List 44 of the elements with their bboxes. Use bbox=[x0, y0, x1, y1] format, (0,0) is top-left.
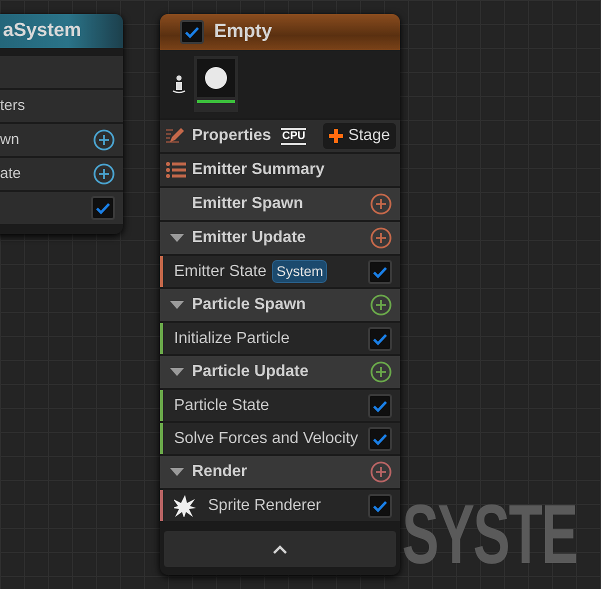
module-row[interactable]: Emitter State System bbox=[160, 256, 400, 287]
node-title: aSystem bbox=[3, 18, 82, 43]
module-label: Emitter State bbox=[174, 262, 266, 282]
node-title: Empty bbox=[214, 20, 272, 44]
checkbox[interactable] bbox=[368, 494, 392, 518]
module-label: Solve Forces and Velocity bbox=[174, 428, 358, 448]
checkbox[interactable] bbox=[368, 260, 392, 284]
sim-target-badge: CPU bbox=[281, 128, 306, 144]
usage-tag: System bbox=[272, 260, 328, 283]
add-icon[interactable] bbox=[370, 361, 392, 383]
add-icon[interactable] bbox=[93, 129, 115, 151]
add-icon[interactable] bbox=[370, 193, 392, 215]
module-label: Particle State bbox=[174, 396, 270, 416]
collapse-arrow-icon[interactable] bbox=[170, 368, 184, 376]
checkbox[interactable] bbox=[368, 326, 392, 350]
list-icon bbox=[166, 162, 186, 178]
module-label: Initialize Particle bbox=[174, 328, 290, 348]
add-icon[interactable] bbox=[370, 294, 392, 316]
collapse-arrow-icon[interactable] bbox=[170, 468, 184, 476]
module-row[interactable]: Particle State bbox=[160, 390, 400, 421]
module-row[interactable]: Initialize Particle bbox=[160, 323, 400, 354]
add-stage-button[interactable]: Stage bbox=[323, 123, 396, 149]
checkbox[interactable] bbox=[91, 196, 115, 220]
module-label: Sprite Renderer bbox=[208, 496, 321, 516]
checkbox[interactable] bbox=[180, 20, 204, 44]
plus-icon bbox=[329, 129, 344, 143]
person-icon[interactable] bbox=[172, 74, 186, 94]
row-label[interactable]: ate bbox=[0, 162, 21, 186]
sparkle-icon bbox=[174, 494, 196, 516]
properties-label[interactable]: Properties bbox=[192, 124, 272, 148]
add-icon[interactable] bbox=[370, 461, 392, 483]
checkbox[interactable] bbox=[368, 426, 392, 450]
collapse-arrow-icon[interactable] bbox=[170, 301, 184, 309]
checkbox[interactable] bbox=[368, 394, 392, 418]
row-label[interactable]: wn bbox=[0, 128, 20, 152]
add-icon[interactable] bbox=[370, 227, 392, 249]
module-row[interactable]: Solve Forces and Velocity bbox=[160, 423, 400, 454]
collapse-arrow-icon[interactable] bbox=[170, 234, 184, 242]
sprite-thumbnail[interactable] bbox=[194, 56, 238, 112]
add-icon[interactable] bbox=[93, 163, 115, 185]
module-row[interactable]: Sprite Renderer bbox=[160, 490, 400, 521]
chevron-up-icon bbox=[273, 544, 287, 554]
stage-header[interactable]: Render bbox=[192, 460, 248, 484]
row-label[interactable]: ters bbox=[0, 94, 26, 118]
